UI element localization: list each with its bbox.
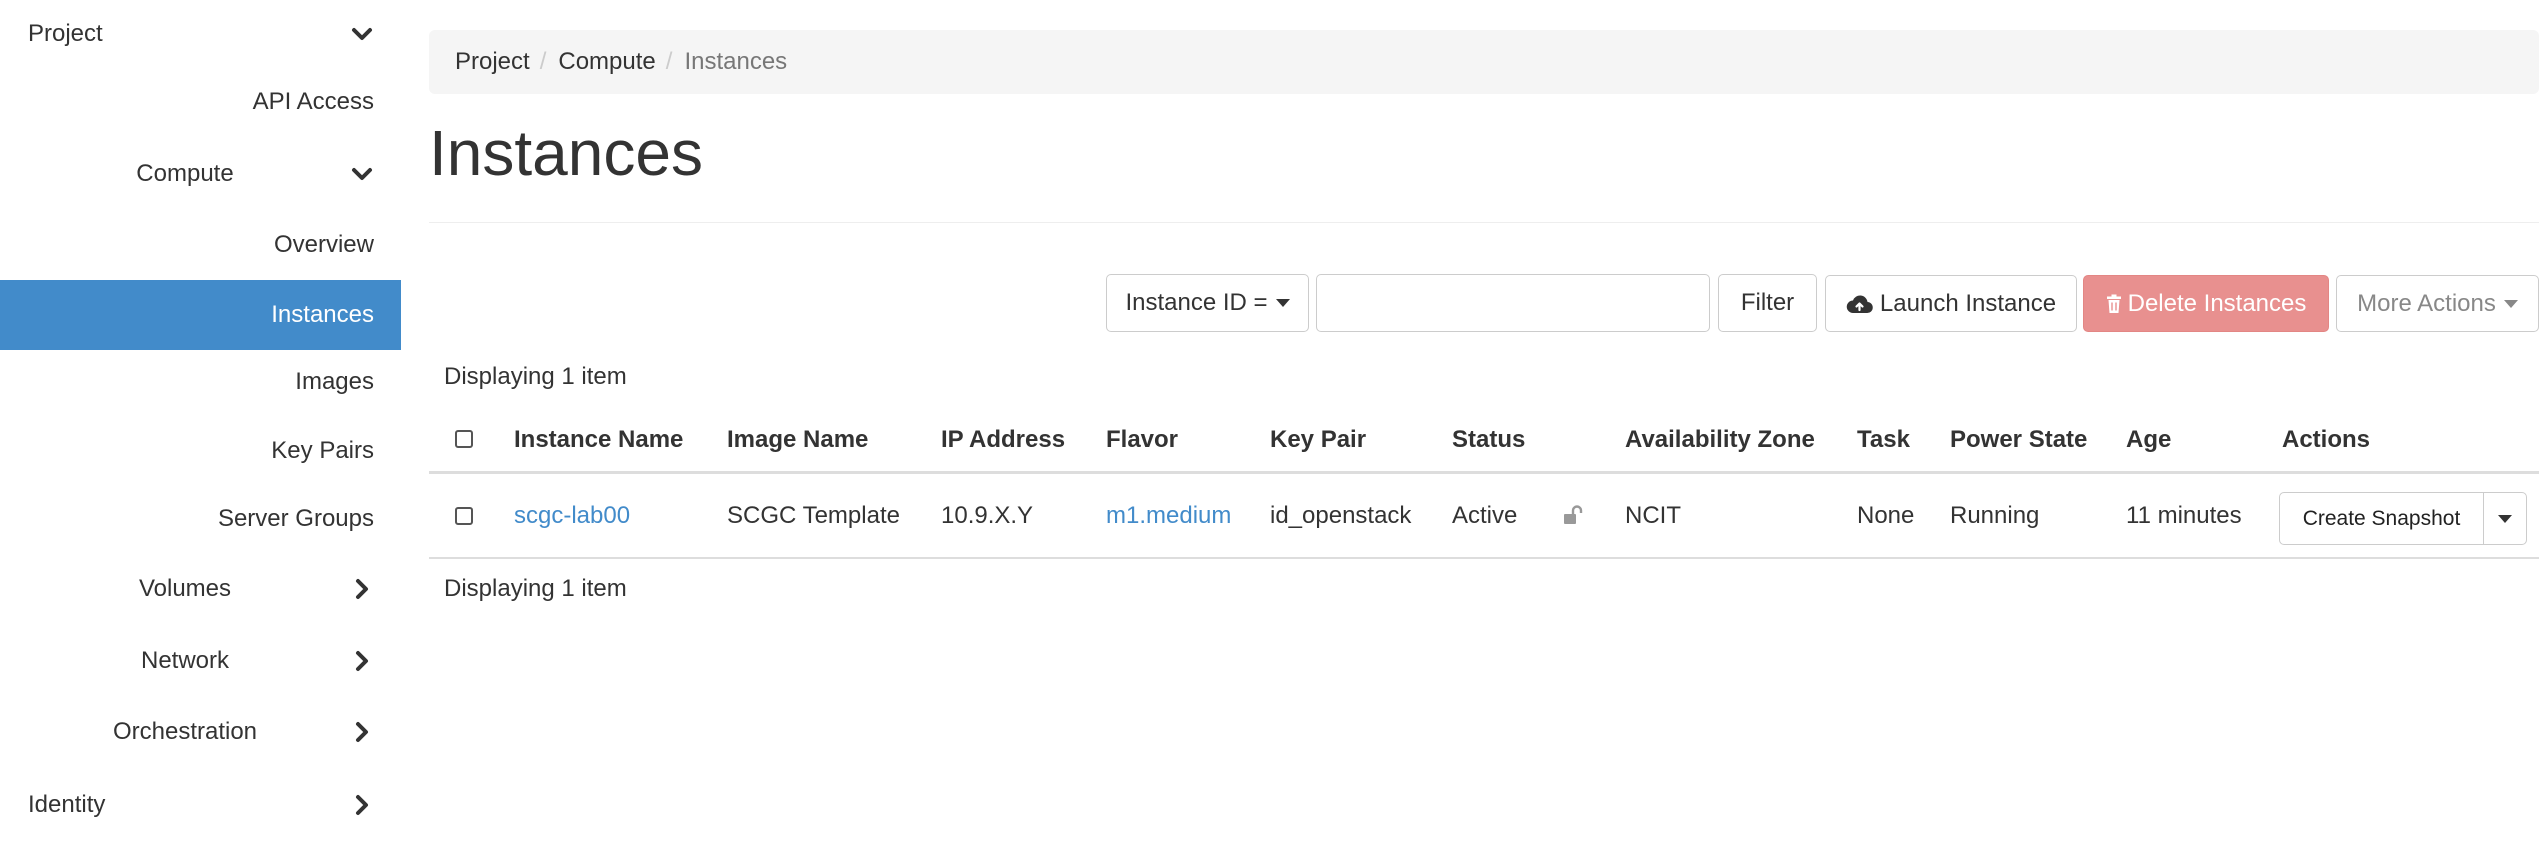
ip-address-cell: 10.9.X.Y <box>941 502 1034 529</box>
availability-zone-cell: NCIT <box>1625 502 1681 529</box>
flavor-link[interactable]: m1.medium <box>1106 502 1231 530</box>
sidebar-item-label: Instances <box>271 301 374 328</box>
task-cell: None <box>1857 502 1915 529</box>
displaying-count-bottom: Displaying 1 item <box>444 575 627 602</box>
filter-button[interactable]: Filter <box>1718 274 1817 332</box>
header-instance-name[interactable]: Instance Name <box>514 426 683 454</box>
breadcrumb-compute[interactable]: Compute <box>558 48 655 76</box>
launch-instance-button[interactable]: Launch Instance <box>1825 275 2077 332</box>
header-ip-address[interactable]: IP Address <box>941 426 1065 454</box>
breadcrumb-separator: / <box>665 48 673 75</box>
launch-instance-label: Launch Instance <box>1879 289 2057 317</box>
power-state-cell: Running <box>1950 502 2040 529</box>
sidebar-item-volumes[interactable]: Volumes <box>0 555 401 623</box>
sidebar-item-instances[interactable]: Instances <box>0 280 401 350</box>
sidebar-item-label: Project <box>28 20 103 47</box>
delete-instances-label: Delete Instances <box>2127 289 2307 317</box>
sidebar-item-project[interactable]: Project <box>0 0 401 68</box>
sidebar-item-label: Server Groups <box>217 505 374 532</box>
filter-field-label: Instance ID = <box>1125 289 1268 316</box>
unlock-icon <box>1563 505 1585 530</box>
delete-instances-button[interactable]: Delete Instances <box>2083 275 2329 332</box>
breadcrumb: Project / Compute / Instances <box>429 30 2539 94</box>
sidebar-item-network[interactable]: Network <box>0 627 401 695</box>
sidebar-item-label: Key Pairs <box>271 437 374 464</box>
header-power-state[interactable]: Power State <box>1950 426 2087 454</box>
header-availability-zone[interactable]: Availability Zone <box>1625 426 1815 454</box>
sidebar-item-api-access[interactable]: API Access <box>0 68 401 136</box>
sidebar-item-overview[interactable]: Overview <box>0 211 401 279</box>
breadcrumb-instances: Instances <box>684 48 788 75</box>
sidebar-item-label: Images <box>295 368 374 395</box>
header-flavor[interactable]: Flavor <box>1106 426 1178 454</box>
chevron-right-icon <box>348 575 376 603</box>
caret-down-icon <box>1275 299 1290 307</box>
status-cell: Active <box>1452 502 1518 529</box>
page-title: Instances <box>429 117 703 189</box>
cloud-upload-icon <box>1846 294 1873 314</box>
chevron-right-icon <box>348 647 376 675</box>
sidebar-item-identity[interactable]: Identity <box>0 771 401 839</box>
row-select-checkbox[interactable] <box>455 507 473 525</box>
sidebar-item-label: Volumes <box>138 575 232 602</box>
more-actions-label: More Actions <box>2357 289 2496 317</box>
sidebar-item-server-groups[interactable]: Server Groups <box>0 485 401 553</box>
chevron-down-icon <box>348 20 376 48</box>
row-actions-split-button: Create Snapshot <box>2279 492 2527 545</box>
sidebar-item-label: Overview <box>273 231 374 258</box>
header-task[interactable]: Task <box>1857 426 1910 454</box>
trash-icon <box>2106 294 2122 314</box>
more-actions-button[interactable]: More Actions <box>2336 275 2539 332</box>
table-row-divider <box>429 557 2539 559</box>
sidebar-item-label: Compute <box>136 160 234 187</box>
title-divider <box>429 222 2539 223</box>
breadcrumb-project[interactable]: Project <box>455 48 530 76</box>
header-key-pair[interactable]: Key Pair <box>1270 426 1366 454</box>
filter-field-select[interactable]: Instance ID = <box>1106 274 1309 332</box>
select-all-checkbox[interactable] <box>455 430 473 448</box>
sidebar-item-orchestration[interactable]: Orchestration <box>0 698 401 766</box>
breadcrumb-separator: / <box>539 48 547 75</box>
filter-button-label: Filter <box>1740 289 1795 316</box>
header-age[interactable]: Age <box>2126 426 2171 454</box>
header-image-name[interactable]: Image Name <box>727 426 868 454</box>
displaying-count-top: Displaying 1 item <box>444 363 627 390</box>
sidebar-item-label: API Access <box>252 88 374 115</box>
sidebar-item-compute[interactable]: Compute <box>0 140 401 208</box>
sidebar: Project API Access Compute Overview Inst… <box>0 0 401 844</box>
image-name-cell: SCGC Template <box>727 502 900 529</box>
header-actions: Actions <box>2282 426 2371 453</box>
chevron-down-icon <box>348 160 376 188</box>
sidebar-item-label: Identity <box>28 791 106 818</box>
chevron-right-icon <box>348 718 376 746</box>
key-pair-cell: id_openstack <box>1270 502 1412 529</box>
caret-down-icon <box>2503 299 2518 308</box>
create-snapshot-button[interactable]: Create Snapshot <box>2280 493 2484 544</box>
table-header-divider <box>429 471 2539 474</box>
row-actions-toggle[interactable] <box>2484 493 2526 544</box>
sidebar-item-key-pairs[interactable]: Key Pairs <box>0 417 401 485</box>
chevron-right-icon <box>348 791 376 819</box>
sidebar-item-label: Orchestration <box>112 718 258 745</box>
instance-name-link[interactable]: scgc-lab00 <box>514 502 630 530</box>
sidebar-item-label: Network <box>140 647 230 674</box>
sidebar-item-images[interactable]: Images <box>0 348 401 416</box>
age-cell: 11 minutes <box>2126 502 2242 529</box>
filter-input[interactable] <box>1316 274 1710 332</box>
header-status[interactable]: Status <box>1452 426 1525 454</box>
caret-down-icon <box>2498 514 2512 523</box>
